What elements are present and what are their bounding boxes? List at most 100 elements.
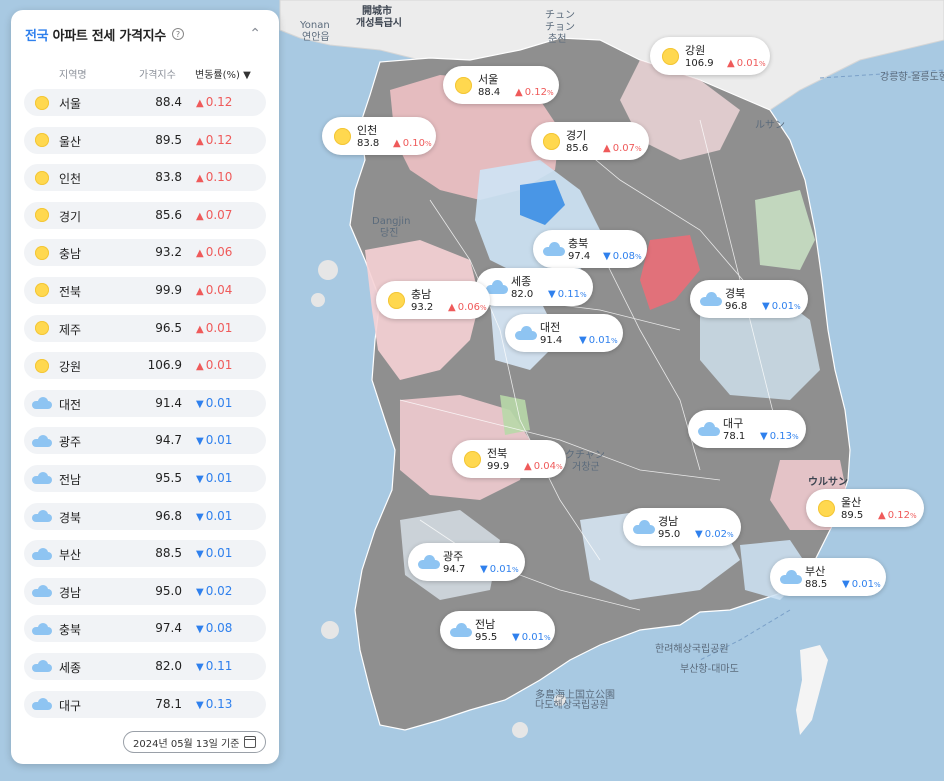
map-bubble[interactable]: 울산 89.5 ▲ 0.12%	[806, 489, 924, 527]
percent-sign: %	[793, 303, 801, 311]
triangle-up-icon: ▲	[196, 285, 204, 297]
sun-icon	[35, 283, 49, 298]
bubble-region-name: 충남	[411, 288, 432, 301]
chevron-up-icon[interactable]: ⌃	[249, 26, 261, 42]
south-island-1	[321, 621, 339, 639]
weather-icon-wrap	[543, 240, 565, 258]
map-bubble[interactable]: 경기 85.6 ▲ 0.07%	[531, 122, 649, 160]
map-bubble[interactable]: 광주 94.7 ▼ 0.01%	[408, 543, 525, 581]
bubble-change-value: 0.07	[612, 143, 635, 154]
percent-sign: %	[791, 433, 799, 441]
bubble-region-name: 대전	[540, 321, 561, 334]
bubble-change-value: 0.04	[533, 461, 556, 472]
region-row[interactable]: 광주 94.7 ▼ 0.01	[24, 427, 266, 455]
bubble-price-index: 95.5	[475, 632, 498, 643]
bubble-change: ▼ 0.01%	[579, 335, 618, 346]
weather-icon-wrap	[32, 94, 52, 111]
region-price-index: 78.1	[155, 696, 182, 711]
region-name: 전북	[59, 284, 82, 299]
map-label-yonan: Yonan	[299, 20, 330, 31]
bubble-region-name: 세종	[511, 275, 532, 288]
map-bubble[interactable]: 전남 95.5 ▼ 0.01%	[440, 611, 555, 649]
region-change-value: 0.13	[205, 696, 233, 711]
weather-icon-wrap	[32, 432, 52, 449]
bubble-region-name: 전남	[475, 618, 496, 631]
triangle-down-icon: ▼	[480, 564, 488, 575]
map-label-chuncheon: 춘천	[548, 33, 566, 45]
bubble-price-index: 106.9	[685, 58, 714, 69]
region-price-index: 106.9	[147, 358, 182, 373]
region-row[interactable]: 인천 83.8 ▲ 0.10	[24, 164, 266, 192]
bubble-change-value: 0.06	[457, 302, 480, 313]
region-row[interactable]: 경기 85.6 ▲ 0.07	[24, 201, 266, 229]
region-change-value: 0.08	[205, 621, 233, 636]
region-row[interactable]: 부산 88.5 ▼ 0.01	[24, 540, 266, 568]
map-bubble[interactable]: 서울 88.4 ▲ 0.12%	[443, 66, 559, 104]
bubble-region-name: 강원	[685, 44, 706, 57]
triangle-down-icon: ▼	[196, 624, 204, 636]
region-row[interactable]: 제주 96.5 ▲ 0.01	[24, 314, 266, 342]
region-row[interactable]: 세종 82.0 ▼ 0.11	[24, 652, 266, 680]
bubble-price-index: 95.0	[658, 529, 681, 540]
region-change: ▼ 0.01	[196, 546, 232, 560]
map-bubble[interactable]: 세종 82.0 ▼ 0.11%	[476, 268, 593, 306]
panel-header: 전국 아파트 전세 가격지수 ? ⌃	[25, 22, 267, 46]
bubble-change-value: 0.12	[887, 510, 910, 521]
weather-icon-wrap	[700, 290, 722, 308]
percent-sign: %	[634, 145, 642, 153]
percent-sign: %	[634, 253, 642, 261]
map-bubble[interactable]: 충남 93.2 ▲ 0.06%	[376, 281, 490, 319]
panel-title-scope[interactable]: 전국	[25, 29, 49, 44]
region-change: ▼ 0.08	[196, 621, 232, 635]
bubble-region-name: 인천	[357, 124, 378, 137]
triangle-down-icon: ▼	[760, 431, 768, 442]
triangle-up-icon: ▲	[196, 173, 204, 185]
bubble-region-name: 전북	[487, 447, 508, 460]
bubble-change-value: 0.12	[524, 87, 547, 98]
region-change-value: 0.02	[205, 583, 233, 598]
region-name: 인천	[59, 172, 82, 187]
cloud-icon	[486, 280, 508, 294]
map-bubble[interactable]: 강원 106.9 ▲ 0.01%	[650, 37, 770, 75]
triangle-up-icon: ▲	[196, 135, 204, 147]
map-bubble[interactable]: 대구 78.1 ▼ 0.13%	[688, 410, 806, 448]
map-bubble[interactable]: 경북 96.8 ▼ 0.01%	[690, 280, 808, 318]
region-row[interactable]: 울산 89.5 ▲ 0.12	[24, 126, 266, 154]
triangle-up-icon: ▲	[196, 323, 204, 335]
region-row[interactable]: 충남 93.2 ▲ 0.06	[24, 239, 266, 267]
region-list: 서울 88.4 ▲ 0.12 울산 89.5 ▲ 0.12 인천 83.8 ▲ 0.10 경기 85.6 ▲…	[24, 89, 266, 728]
calendar-icon[interactable]	[244, 736, 256, 748]
region-name: 충북	[59, 623, 82, 638]
region-row[interactable]: 충북 97.4 ▼ 0.08	[24, 615, 266, 643]
percent-sign: %	[555, 463, 563, 471]
map-bubble[interactable]: 전북 99.9 ▲ 0.04%	[452, 440, 566, 478]
map-bubble[interactable]: 경남 95.0 ▼ 0.02%	[623, 508, 741, 546]
region-price-index: 93.2	[155, 245, 182, 260]
percent-sign: %	[543, 634, 551, 642]
map-bubble[interactable]: 충북 97.4 ▼ 0.08%	[533, 230, 647, 268]
region-row[interactable]: 서울 88.4 ▲ 0.12	[24, 89, 266, 116]
bubble-change-value: 0.01	[521, 632, 544, 643]
map-label-chun: チュン	[545, 9, 575, 21]
bubble-change: ▼ 0.01%	[480, 564, 519, 575]
region-row[interactable]: 경남 95.0 ▼ 0.02	[24, 577, 266, 605]
region-row[interactable]: 경북 96.8 ▼ 0.01	[24, 502, 266, 530]
region-row[interactable]: 대구 78.1 ▼ 0.13	[24, 690, 266, 718]
region-name: 경북	[59, 510, 82, 525]
percent-sign: %	[479, 304, 487, 312]
column-header-change-sort[interactable]: 변동률(%) ▼	[195, 66, 251, 81]
weather-icon-wrap	[32, 207, 52, 224]
map-bubble[interactable]: 대전 91.4 ▼ 0.01%	[505, 314, 623, 352]
info-icon[interactable]: ?	[171, 28, 184, 40]
region-row[interactable]: 전북 99.9 ▲ 0.04	[24, 276, 266, 304]
date-selector[interactable]: 2024년 05월 13일 기준	[123, 731, 266, 753]
region-row[interactable]: 대전 91.4 ▼ 0.01	[24, 389, 266, 417]
bubble-price-index: 78.1	[723, 431, 746, 442]
bubble-region-name: 울산	[841, 496, 862, 509]
map-bubble[interactable]: 부산 88.5 ▼ 0.01%	[770, 558, 886, 596]
region-row[interactable]: 전남 95.5 ▼ 0.01	[24, 464, 266, 492]
region-change-value: 0.01	[205, 546, 233, 561]
map-bubble[interactable]: 인천 83.8 ▲ 0.10%	[322, 117, 436, 155]
region-row[interactable]: 강원 106.9 ▲ 0.01	[24, 352, 266, 380]
bubble-change: ▲ 0.04%	[524, 461, 563, 472]
